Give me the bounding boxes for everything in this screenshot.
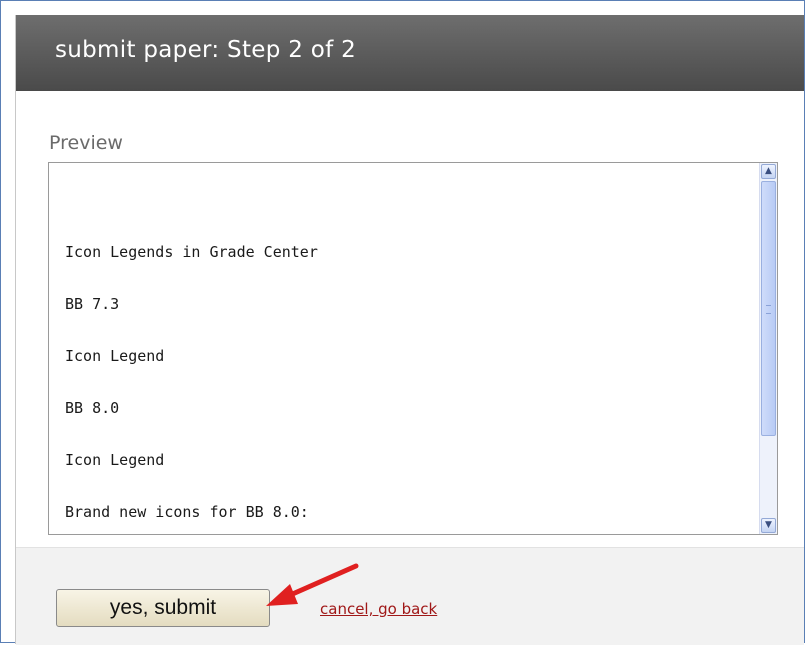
- preview-line: Icon Legend: [65, 347, 165, 365]
- scrollbar-thumb[interactable]: [761, 181, 776, 436]
- window-frame: submit paper: Step 2 of 2 Preview Icon L…: [0, 0, 805, 645]
- preview-line: BB 7.3: [65, 295, 120, 313]
- preview-label: Preview: [49, 132, 123, 154]
- thumb-grip-icon: [766, 305, 771, 314]
- preview-box[interactable]: Icon Legends in Grade Center BB 7.3 Icon…: [48, 162, 778, 535]
- preview-line: Icon Legends in Grade Center: [65, 243, 318, 261]
- preview-content: Icon Legends in Grade Center BB 7.3 Icon…: [65, 241, 745, 534]
- panel-header: submit paper: Step 2 of 2: [16, 15, 804, 91]
- page-title: submit paper: Step 2 of 2: [55, 37, 357, 63]
- scroll-up-arrow-icon[interactable]: ▲: [761, 164, 776, 179]
- preview-line: BB 8.0: [65, 399, 120, 417]
- cancel-go-back-link[interactable]: cancel, go back: [320, 600, 437, 618]
- panel-footer: yes, submit cancel, go back: [16, 547, 804, 645]
- preview-line: Icon Legend: [65, 451, 165, 469]
- preview-scrollbar[interactable]: ▲ ▼: [759, 163, 777, 534]
- preview-line: Brand new icons for BB 8.0:: [65, 503, 309, 521]
- yes-submit-button[interactable]: yes, submit: [56, 589, 270, 627]
- scroll-down-arrow-icon[interactable]: ▼: [761, 518, 776, 533]
- submit-paper-panel: submit paper: Step 2 of 2 Preview Icon L…: [15, 15, 804, 645]
